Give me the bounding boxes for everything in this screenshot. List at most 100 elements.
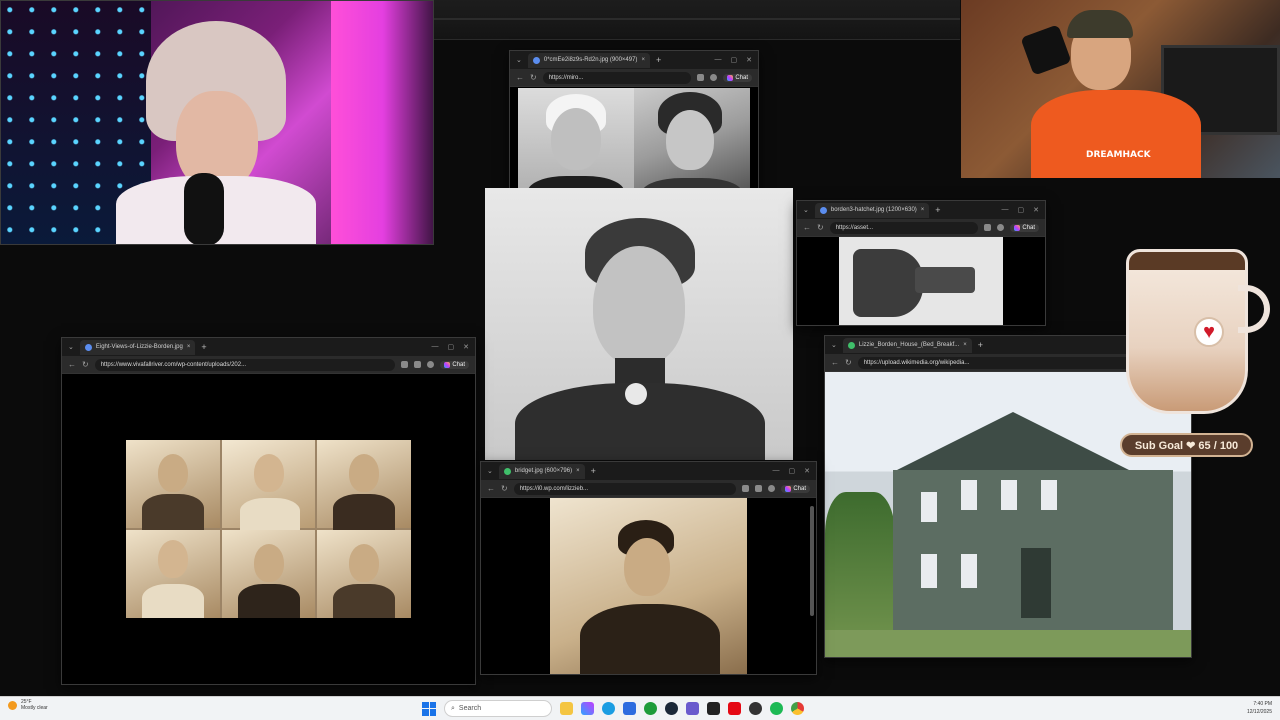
close-tab-icon[interactable]: × (963, 342, 967, 348)
url-field[interactable]: https://asset... (829, 221, 979, 234)
terminal-icon[interactable] (707, 702, 720, 715)
close-window-icon[interactable]: ✕ (746, 56, 752, 64)
back-icon[interactable]: ← (487, 484, 495, 493)
profile-icon[interactable] (710, 74, 718, 81)
tab-list-icon[interactable]: ⌄ (803, 206, 809, 214)
image-viewport (797, 237, 1045, 325)
refresh-icon[interactable]: ↻ (845, 358, 852, 367)
profile-icon[interactable] (427, 361, 435, 368)
store-icon[interactable] (623, 702, 636, 715)
chrome-icon[interactable] (791, 702, 804, 715)
close-window-icon[interactable]: ✕ (1033, 206, 1039, 214)
taskbar-search[interactable]: ⌕ Search (444, 700, 552, 717)
address-bar: ← ↻ https://miro... Chat (510, 69, 758, 87)
obs-icon[interactable] (749, 702, 762, 715)
system-clock[interactable]: 7:40 PM 12/12/2025 (1247, 700, 1272, 716)
tab-bridget[interactable]: bridget.jpg (600×796) × (498, 463, 585, 479)
profile-icon[interactable] (997, 224, 1005, 231)
netflix-icon[interactable] (728, 702, 741, 715)
sub-goal-widget: ♥ Sub Goal ❤ 65 / 100 (1120, 245, 1275, 465)
url-field[interactable]: https://www.vivafallriver.com/wp-content… (94, 358, 396, 371)
profile-icon[interactable] (768, 485, 776, 492)
extension-icon[interactable] (414, 361, 422, 368)
close-tab-icon[interactable]: × (187, 344, 191, 350)
zoom-icon[interactable] (742, 485, 750, 492)
minimize-icon[interactable]: — (432, 343, 439, 351)
refresh-icon[interactable]: ↻ (530, 73, 537, 82)
extension-icon[interactable] (755, 485, 763, 492)
minimize-icon[interactable]: — (773, 467, 780, 475)
refresh-icon[interactable]: ↻ (82, 360, 89, 369)
copilot-chat-button[interactable]: Chat (781, 484, 810, 493)
tab-list-icon[interactable]: ⌄ (831, 341, 837, 349)
back-icon[interactable]: ← (68, 360, 76, 369)
url-field[interactable]: https://i0.wp.com/lizzieb... (513, 482, 737, 495)
close-window-icon[interactable]: ✕ (804, 467, 810, 475)
extension-icon[interactable] (697, 74, 705, 81)
url-field[interactable]: https://miro... (542, 71, 692, 84)
tab-hatchet[interactable]: borden3-hatchet.jpg (1200×630) × (814, 202, 930, 218)
back-icon[interactable]: ← (831, 358, 839, 367)
weather-widget[interactable]: 25°F Mostly clear (8, 699, 48, 711)
refresh-icon[interactable]: ↻ (501, 484, 508, 493)
new-tab-icon[interactable]: + (591, 466, 596, 476)
webcam-streamer-left (0, 0, 434, 245)
steam-icon[interactable] (665, 702, 678, 715)
maximize-icon[interactable]: ▢ (789, 467, 796, 475)
large-portrait-photo (485, 188, 793, 460)
copilot-icon[interactable] (581, 702, 594, 715)
maximize-icon[interactable]: ▢ (448, 343, 455, 351)
back-icon[interactable]: ← (516, 73, 524, 82)
close-tab-icon[interactable]: × (641, 57, 645, 63)
tab-list-icon[interactable]: ⌄ (516, 56, 522, 64)
file-explorer-icon[interactable] (560, 702, 573, 715)
new-tab-icon[interactable]: + (978, 340, 983, 350)
globe-icon (84, 343, 92, 351)
close-tab-icon[interactable]: × (921, 207, 925, 213)
tab-title: bridget.jpg (600×796) (514, 468, 573, 474)
tab-eight-views[interactable]: Eight-Views-of-Lizzie-Borden.jpg × (79, 339, 196, 355)
globe-icon (503, 467, 511, 475)
maximize-icon[interactable]: ▢ (1018, 206, 1025, 214)
copilot-icon (785, 485, 792, 492)
taskbar-apps: ⌕ Search (422, 700, 804, 717)
minimize-icon[interactable]: — (1002, 206, 1009, 214)
spotify-icon[interactable] (770, 702, 783, 715)
copilot-icon (1014, 224, 1021, 231)
browser-window-eight-views[interactable]: ⌄ Eight-Views-of-Lizzie-Borden.jpg × + — ▢… (61, 337, 476, 685)
globe-icon (819, 206, 827, 214)
windows-start-icon[interactable] (422, 701, 436, 716)
tab-strip: ⌄ borden3-hatchet.jpg (1200×630) × + — ▢ ✕ (797, 201, 1045, 219)
url-field[interactable]: https://upload.wikimedia.org/wikipedia..… (857, 356, 1146, 369)
new-tab-icon[interactable]: + (201, 342, 206, 352)
tab-list-icon[interactable]: ⌄ (68, 343, 74, 351)
browser-window-hatchet[interactable]: ⌄ borden3-hatchet.jpg (1200×630) × + — ▢ ✕ … (796, 200, 1046, 326)
scrollbar[interactable] (810, 506, 814, 616)
tab-house[interactable]: Lizzie_Borden_House_(Bed_Breakf... × (842, 337, 972, 353)
desktop: DREAMHACK ⌄ 0*cmEe2i8z9s-Rd2n.jpg (900×4… (0, 0, 1280, 696)
extension-icon[interactable] (984, 224, 992, 231)
new-tab-icon[interactable]: + (935, 205, 940, 215)
copilot-chat-button[interactable]: Chat (723, 73, 752, 82)
browser-window-bridget[interactable]: ⌄ bridget.jpg (600×796) × + — ▢ ✕ ← ↻ https… (480, 461, 817, 675)
refresh-icon[interactable]: ↻ (817, 223, 824, 232)
xbox-icon[interactable] (644, 702, 657, 715)
weather-icon (8, 700, 17, 710)
copilot-chat-button[interactable]: Chat (440, 360, 469, 369)
edge-icon[interactable] (602, 702, 615, 715)
snipping-tool-icon[interactable] (686, 702, 699, 715)
tab-list-icon[interactable]: ⌄ (487, 467, 493, 475)
minimize-icon[interactable]: — (715, 56, 722, 64)
maximize-icon[interactable]: ▢ (731, 56, 738, 64)
close-tab-icon[interactable]: × (576, 468, 580, 474)
favorite-icon[interactable] (401, 361, 409, 368)
tab-title: Lizzie_Borden_House_(Bed_Breakf... (858, 342, 960, 348)
new-tab-icon[interactable]: + (656, 55, 661, 65)
search-icon: ⌕ (451, 704, 455, 712)
close-window-icon[interactable]: ✕ (463, 343, 469, 351)
back-icon[interactable]: ← (803, 223, 811, 232)
taskbar: 25°F Mostly clear ⌕ Search 7:40 PM 12/12/2… (0, 696, 1280, 720)
globe-icon (532, 56, 540, 64)
copilot-chat-button[interactable]: Chat (1010, 223, 1039, 232)
tab-miro[interactable]: 0*cmEe2i8z9s-Rd2n.jpg (900×497) × (527, 52, 650, 68)
